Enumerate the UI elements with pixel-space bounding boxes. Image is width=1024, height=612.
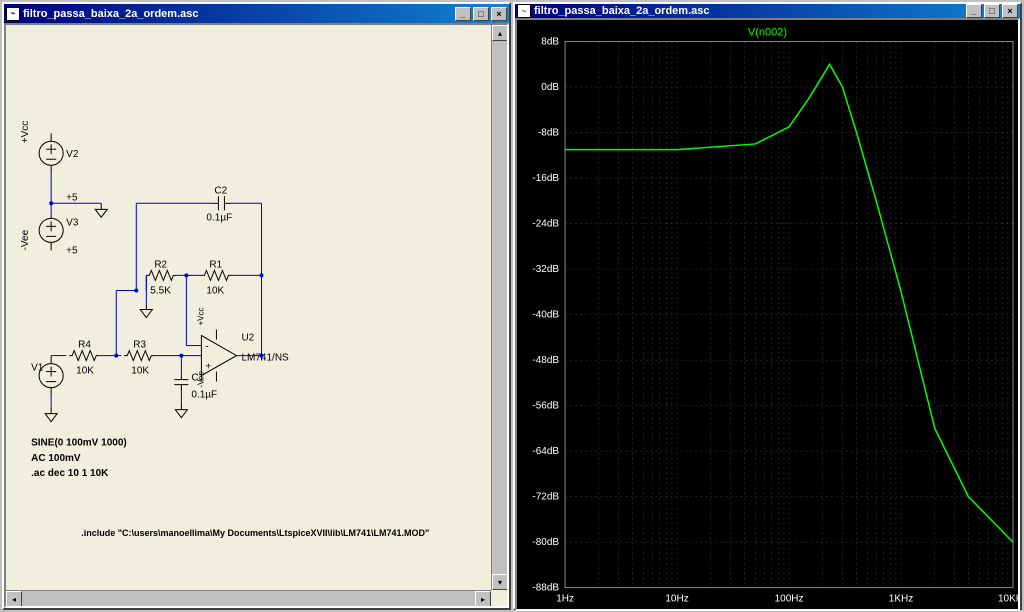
svg-text:0dB: 0dB (541, 82, 559, 93)
label-R4: R4 (78, 340, 91, 351)
schematic-hscroll[interactable]: ◂ ▸ (6, 590, 491, 606)
directive-sine: SINE(0 100mV 1000) (31, 438, 127, 449)
label-R2: R2 (154, 259, 167, 270)
app-icon: ⌁ (6, 7, 20, 21)
svg-text:-32dB: -32dB (532, 264, 559, 275)
label-U2-model: LM741/NS (241, 353, 289, 364)
svg-text:-72dB: -72dB (532, 492, 559, 503)
label-C2: C2 (214, 185, 227, 196)
label-V3: V3 (66, 217, 79, 228)
close-button[interactable]: × (491, 7, 507, 21)
plot-title: filtro_passa_baixa_2a_ordem.asc (534, 5, 964, 17)
scroll-down-icon[interactable]: ▾ (492, 574, 508, 590)
scroll-right-icon[interactable]: ▸ (475, 591, 491, 607)
label-R3-val: 10K (131, 366, 149, 377)
label-V3-val: +5 (66, 245, 78, 256)
label-v3-topval: +5 (66, 192, 78, 203)
label-R4-val: 10K (76, 366, 94, 377)
label-V2: V2 (66, 149, 79, 160)
schematic-canvas[interactable]: V2 +Vcc +5 V3 +5 -Vee (4, 23, 509, 608)
svg-text:10KHz: 10KHz (998, 594, 1018, 605)
scroll-left-icon[interactable]: ◂ (6, 591, 22, 607)
svg-text:8dB: 8dB (541, 37, 559, 48)
svg-text:+: + (205, 362, 211, 373)
label-U2: U2 (241, 333, 254, 344)
svg-text:-64dB: -64dB (532, 446, 559, 457)
label-V1: V1 (31, 363, 44, 374)
plot-canvas[interactable]: V(n002) 8dB 0dB -8dB -16dB -24dB -32dB -40dB -4… (515, 18, 1020, 611)
svg-text:-80dB: -80dB (532, 537, 559, 548)
label-R3: R3 (133, 340, 146, 351)
directive-cmd: .ac dec 10 1 10K (31, 468, 109, 479)
plot-app-icon: ~ (517, 4, 531, 18)
svg-text:1KHz: 1KHz (889, 594, 913, 605)
label-R1-val: 10K (206, 285, 224, 296)
label-U2-minus: -Vee (196, 371, 205, 388)
maximize-button[interactable]: □ (473, 7, 489, 21)
svg-text:1Hz: 1Hz (556, 594, 574, 605)
label-C1-val: 0.1µF (191, 390, 217, 401)
schematic-title: filtro_passa_baixa_2a_ordem.asc (23, 8, 453, 20)
schematic-titlebar[interactable]: ⌁ filtro_passa_baixa_2a_ordem.asc _ □ × (4, 4, 509, 23)
svg-text:100Hz: 100Hz (775, 594, 804, 605)
directive-ac: AC 100mV (31, 453, 81, 464)
plot-minimize-button[interactable]: _ (966, 4, 982, 18)
label-U2-plus: +Vcc (196, 308, 205, 326)
plot-titlebar[interactable]: ~ filtro_passa_baixa_2a_ordem.asc _ □ × (515, 4, 1020, 18)
scroll-up-icon[interactable]: ▴ (492, 25, 508, 41)
svg-text:-: - (205, 342, 208, 353)
plot-maximize-button[interactable]: □ (984, 4, 1000, 18)
svg-text:-24dB: -24dB (532, 219, 559, 230)
svg-text:-88dB: -88dB (532, 583, 559, 594)
trace-label: V(n002) (748, 27, 787, 39)
svg-text:10Hz: 10Hz (665, 594, 688, 605)
svg-text:-56dB: -56dB (532, 401, 559, 412)
label-R2-val: 5.5K (150, 285, 171, 296)
label-C2-val: 0.1µF (206, 212, 232, 223)
svg-text:-8dB: -8dB (538, 128, 559, 139)
schematic-vscroll[interactable]: ▴ ▾ (491, 25, 507, 590)
svg-text:-40dB: -40dB (532, 310, 559, 321)
plot-window: ~ filtro_passa_baixa_2a_ordem.asc _ □ × … (513, 2, 1022, 610)
label-vee: -Vee (20, 229, 31, 250)
minimize-button[interactable]: _ (455, 7, 471, 21)
plot-close-button[interactable]: × (1002, 4, 1018, 18)
label-R1: R1 (209, 259, 222, 270)
directive-include: .include "C:\users\manoellima\My Documen… (81, 528, 429, 538)
svg-text:-48dB: -48dB (532, 355, 559, 366)
svg-text:-16dB: -16dB (532, 173, 559, 184)
label-vcc: +Vcc (20, 121, 31, 144)
schematic-window: ⌁ filtro_passa_baixa_2a_ordem.asc _ □ × … (2, 2, 511, 610)
